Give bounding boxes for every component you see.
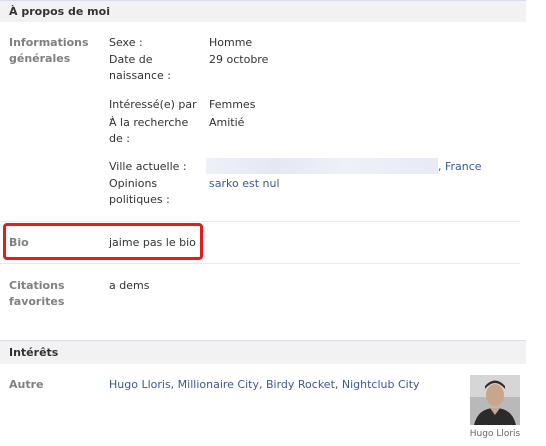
general-info-label-line2: générales — [9, 52, 71, 65]
favorite-quotes-value: a dems — [109, 279, 150, 292]
redacted-city-blur — [206, 158, 438, 174]
general-info-label-line1: Informations — [9, 36, 89, 49]
sex-label: Sexe : — [109, 36, 143, 49]
birthday-label: Date de naissance : — [109, 52, 201, 84]
current-city-country-link[interactable]: , France — [438, 159, 482, 175]
favorite-quotes-label-line1: Citations — [9, 279, 65, 292]
favorite-quotes-label-line2: favorites — [9, 295, 65, 308]
about-section-header: À propos de moi — [0, 0, 526, 22]
divider-bio-quotes — [0, 263, 520, 264]
political-views-label: Opinions politiques : — [109, 176, 201, 208]
interests-section-title: Intérêts — [9, 346, 59, 359]
favorite-quotes-label: Citations favorites — [9, 278, 99, 310]
political-views-link[interactable]: sarko est nul — [209, 176, 280, 192]
interested-in-value: Femmes — [209, 98, 256, 111]
political-views-label-line2: politiques : — [109, 193, 170, 206]
political-views-label-line1: Opinions — [109, 177, 158, 190]
looking-for-label-line1: À la recherche — [109, 116, 189, 129]
sex-value: Homme — [209, 36, 253, 49]
general-info-label: Informations générales — [9, 35, 99, 67]
thumbnail-caption: Hugo Lloris — [469, 429, 521, 439]
current-city-label: Ville actuelle : — [109, 160, 187, 173]
looking-for-value: Amitié — [209, 116, 245, 129]
divider-general-bio — [0, 221, 520, 222]
looking-for-label-line2: de : — [109, 132, 130, 145]
looking-for-label: À la recherche de : — [109, 115, 201, 147]
hugo-lloris-thumbnail[interactable] — [470, 375, 520, 425]
other-interests-label: Autre — [9, 378, 44, 391]
about-section-title: À propos de moi — [9, 5, 110, 18]
birthday-label-line2: naissance : — [109, 69, 171, 82]
birthday-value: 29 octobre — [209, 53, 269, 66]
interests-section-header: Intérêts — [0, 340, 526, 364]
person-photo-icon — [470, 375, 520, 425]
birthday-label-line1: Date de — [109, 53, 153, 66]
bio-highlight-box — [3, 223, 203, 260]
other-interests-links[interactable]: Hugo Lloris, Millionaire City, Birdy Roc… — [109, 377, 420, 393]
